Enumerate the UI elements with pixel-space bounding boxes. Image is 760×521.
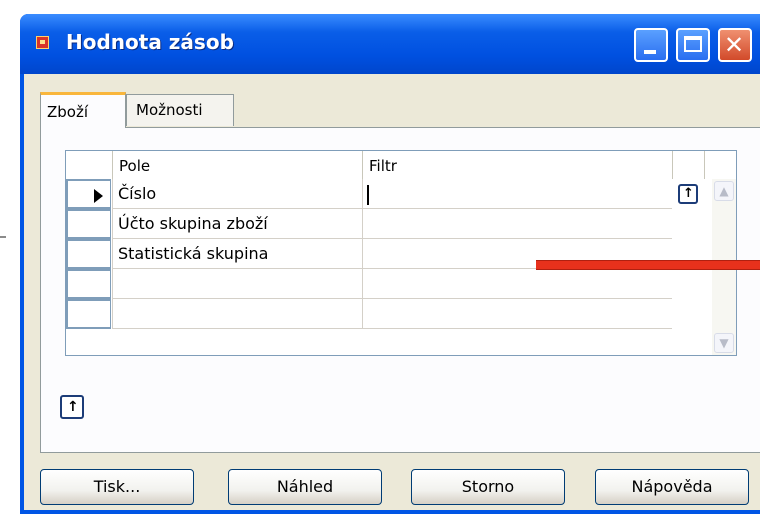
cell-filtr[interactable]	[362, 269, 672, 299]
text-cursor	[367, 185, 369, 205]
help-button[interactable]: Nápověda	[595, 469, 749, 505]
move-up-button[interactable]: ↑	[60, 395, 84, 419]
tab-moznosti[interactable]: Možnosti	[126, 94, 234, 126]
maximize-icon	[684, 36, 702, 52]
cell-filtr[interactable]	[362, 179, 672, 209]
print-button[interactable]: Tisk...	[40, 469, 194, 505]
arrow-up-icon: ↑	[683, 186, 694, 201]
cell-filtr[interactable]	[362, 209, 672, 239]
lookup-button[interactable]: ↑	[678, 184, 698, 204]
minimize-icon	[644, 50, 656, 54]
dialog-body: Zboží Možnosti Pole Filtr Číslo ↑ Účto s…	[24, 74, 760, 510]
row-selector[interactable]	[66, 239, 111, 269]
maximize-button[interactable]	[676, 28, 710, 62]
arrow-up-icon: ↑	[67, 399, 79, 415]
cell-pole[interactable]	[112, 269, 362, 299]
cell-pole[interactable]: Účto skupina zboží	[112, 209, 362, 239]
cell-pole[interactable]: Číslo	[112, 179, 362, 209]
row-selector[interactable]	[66, 179, 111, 209]
tab-zbozi[interactable]: Zboží	[40, 92, 126, 128]
cell-pole[interactable]: Statistická skupina	[112, 239, 362, 269]
scroll-down-icon[interactable]: ▼	[714, 333, 734, 353]
column-header-blank	[704, 151, 737, 179]
row-selector[interactable]	[66, 269, 111, 299]
scroll-up-icon[interactable]: ▲	[714, 181, 734, 201]
close-icon: ✕	[724, 31, 745, 59]
close-button[interactable]: ✕	[718, 28, 752, 62]
column-header-pole[interactable]: Pole	[112, 151, 362, 179]
app-icon	[36, 36, 49, 49]
minimize-button[interactable]	[634, 28, 668, 62]
annotation-arrow	[536, 260, 760, 270]
row-selector[interactable]	[66, 209, 111, 239]
window-title: Hodnota zásob	[66, 30, 234, 54]
column-header-blank	[672, 151, 704, 179]
column-header-filtr[interactable]: Filtr	[362, 151, 672, 179]
title-bar[interactable]: Hodnota zásob ✕	[20, 14, 760, 74]
row-selector[interactable]	[66, 299, 111, 329]
current-row-icon	[94, 189, 103, 203]
cell-pole[interactable]	[112, 299, 362, 329]
annotation-tick	[0, 236, 6, 238]
preview-button[interactable]: Náhled	[228, 469, 382, 505]
cancel-button[interactable]: Storno	[411, 469, 565, 505]
cell-filtr[interactable]	[362, 299, 672, 329]
filter-grid: Pole Filtr Číslo ↑ Účto skupina zboží St	[65, 150, 737, 356]
